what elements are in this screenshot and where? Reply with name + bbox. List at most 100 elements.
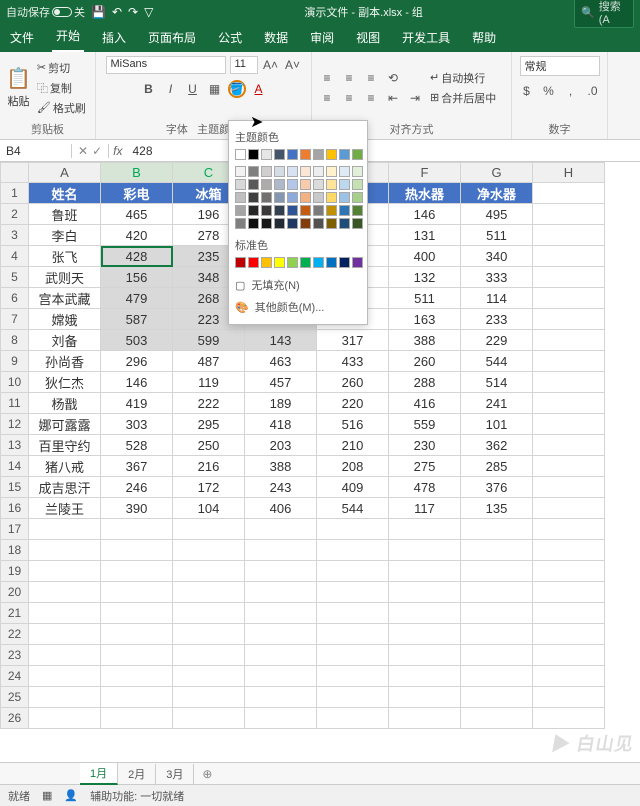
cell[interactable] [101,708,173,729]
copy-button[interactable]: ⿻复制 [35,79,88,97]
cell[interactable]: 鲁班 [29,204,101,225]
cell[interactable]: 288 [389,372,461,393]
cell[interactable]: 503 [101,330,173,351]
cell[interactable]: 117 [389,498,461,519]
cell[interactable] [317,561,389,582]
cell[interactable]: 135 [461,498,533,519]
stats-icon[interactable]: ▦ [42,789,52,802]
cell[interactable]: 李白 [29,225,101,246]
cell[interactable] [173,582,245,603]
cell[interactable]: 张飞 [29,246,101,267]
tab-帮助[interactable]: 帮助 [468,29,500,52]
cell[interactable] [101,666,173,687]
tab-开发工具[interactable]: 开发工具 [398,29,454,52]
cell[interactable]: 587 [101,309,173,330]
color-swatch[interactable] [274,192,285,203]
color-swatch[interactable] [274,205,285,216]
cell[interactable] [461,645,533,666]
color-swatch[interactable] [300,205,311,216]
row-header-18[interactable]: 18 [1,540,29,561]
cell[interactable]: 114 [461,288,533,309]
cell[interactable]: 243 [245,477,317,498]
column-header-H[interactable]: H [533,163,605,183]
cell[interactable]: 233 [461,309,533,330]
increase-font-icon[interactable]: A˄ [262,56,280,74]
color-swatch[interactable] [287,149,298,160]
cell[interactable]: 340 [461,246,533,267]
color-swatch[interactable] [326,218,337,229]
cell[interactable] [173,540,245,561]
cell[interactable] [101,561,173,582]
cell[interactable]: 兰陵王 [29,498,101,519]
cell[interactable] [245,582,317,603]
cell[interactable]: 203 [245,435,317,456]
cell[interactable]: 101 [461,414,533,435]
row-header-10[interactable]: 10 [1,372,29,393]
color-swatch[interactable] [313,149,324,160]
column-header-G[interactable]: G [461,163,533,183]
color-swatch[interactable] [352,192,363,203]
cell[interactable] [533,477,605,498]
color-swatch[interactable] [261,192,272,203]
row-header-26[interactable]: 26 [1,708,29,729]
cell[interactable] [317,540,389,561]
font-color-button[interactable]: A [250,80,268,98]
tab-插入[interactable]: 插入 [98,29,130,52]
color-swatch[interactable] [261,149,272,160]
cell[interactable] [461,624,533,645]
cell[interactable]: 400 [389,246,461,267]
cell[interactable] [101,519,173,540]
cell[interactable]: 478 [389,477,461,498]
cell[interactable]: 172 [173,477,245,498]
row-header-21[interactable]: 21 [1,603,29,624]
color-swatch[interactable] [326,166,337,177]
color-swatch[interactable] [300,166,311,177]
fx-icon[interactable]: fx [109,144,126,158]
cell[interactable] [317,582,389,603]
cell[interactable]: 208 [317,456,389,477]
cell[interactable] [29,582,101,603]
cell[interactable] [533,204,605,225]
cell[interactable] [461,687,533,708]
cell[interactable] [245,666,317,687]
cell[interactable]: 528 [101,435,173,456]
cell[interactable]: 544 [461,351,533,372]
cell[interactable] [245,645,317,666]
cell[interactable]: 599 [173,330,245,351]
cell[interactable] [533,288,605,309]
increase-decimal-icon[interactable]: .0 [584,82,602,100]
cell[interactable] [461,561,533,582]
row-header-2[interactable]: 2 [1,204,29,225]
cell[interactable] [533,666,605,687]
cell[interactable] [533,372,605,393]
row-header-9[interactable]: 9 [1,351,29,372]
cell[interactable]: 416 [389,393,461,414]
cell[interactable] [245,561,317,582]
cell[interactable]: 嫦娥 [29,309,101,330]
cell[interactable]: 娜可露露 [29,414,101,435]
cell[interactable]: 495 [461,204,533,225]
cell[interactable]: 317 [317,330,389,351]
color-swatch[interactable] [352,166,363,177]
tab-文件[interactable]: 文件 [6,29,38,52]
orientation-icon[interactable]: ⟲ [384,69,402,87]
color-swatch[interactable] [339,205,350,216]
color-swatch[interactable] [339,192,350,203]
cell[interactable]: 230 [389,435,461,456]
color-swatch[interactable] [235,179,246,190]
cell[interactable] [29,561,101,582]
color-swatch[interactable] [287,218,298,229]
cell[interactable] [461,666,533,687]
cell[interactable]: 409 [317,477,389,498]
cell[interactable] [389,624,461,645]
merge-center-button[interactable]: ⊞合并后居中 [428,89,498,107]
row-header-13[interactable]: 13 [1,435,29,456]
cell[interactable]: 388 [245,456,317,477]
cell[interactable] [533,498,605,519]
cell[interactable]: 418 [245,414,317,435]
cell[interactable]: 559 [389,414,461,435]
redo-icon[interactable]: ↷ [128,5,138,19]
row-header-23[interactable]: 23 [1,645,29,666]
cell[interactable] [29,687,101,708]
color-swatch[interactable] [352,149,363,160]
